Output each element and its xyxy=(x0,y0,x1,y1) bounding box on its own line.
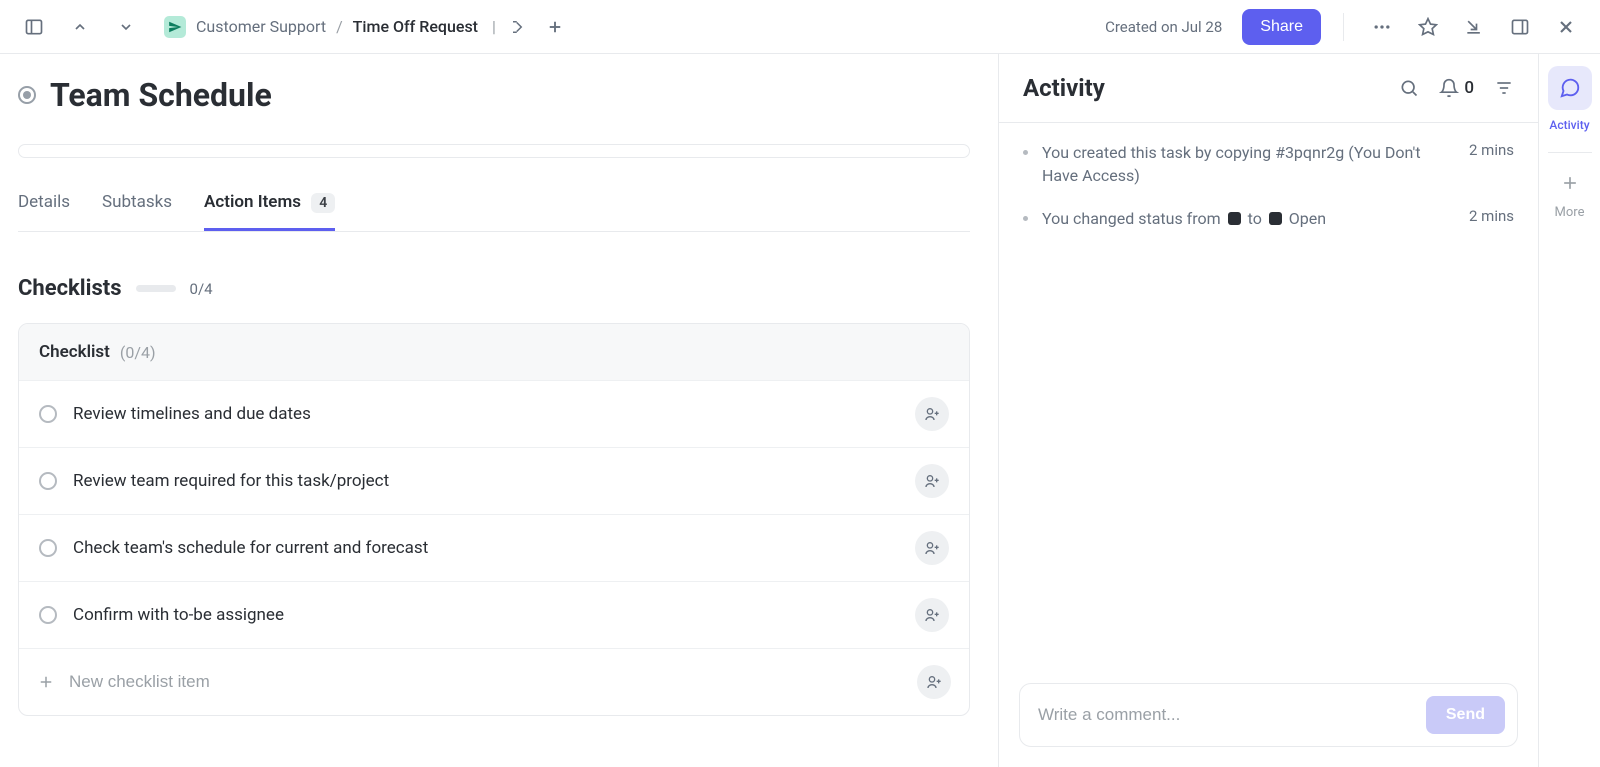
checklist-header[interactable]: Checklist (0/4) xyxy=(19,324,969,380)
move-task-icon[interactable] xyxy=(506,11,532,43)
breadcrumb-current[interactable]: Time Off Request xyxy=(353,17,478,36)
checklist-item-label: Confirm with to-be assignee xyxy=(73,605,899,625)
checklist-checkbox[interactable] xyxy=(39,472,57,490)
breadcrumb-space[interactable]: Customer Support xyxy=(196,17,326,36)
collapse-down-icon[interactable] xyxy=(1458,11,1490,43)
breadcrumb-divider: | xyxy=(492,17,496,36)
panel-layout-icon[interactable] xyxy=(1504,11,1536,43)
plus-icon xyxy=(37,673,55,691)
favorite-icon[interactable] xyxy=(1412,11,1444,43)
send-button[interactable]: Send xyxy=(1426,696,1505,734)
page-title[interactable]: Team Schedule xyxy=(50,76,272,114)
checklists-progress-bar xyxy=(136,285,176,292)
task-status-icon[interactable] xyxy=(18,86,36,104)
activity-time: 2 mins xyxy=(1469,207,1514,225)
more-menu-icon[interactable] xyxy=(1366,11,1398,43)
checklist-item[interactable]: Confirm with to-be assignee xyxy=(19,581,969,648)
assign-user-icon[interactable] xyxy=(915,397,949,431)
bell-icon xyxy=(1439,78,1459,98)
tabs: Details Subtasks Action Items 4 xyxy=(18,192,970,232)
comment-box: Send xyxy=(1019,683,1518,747)
status-from-icon xyxy=(1228,212,1241,225)
bullet-icon xyxy=(1023,150,1028,155)
checklists-heading: Checklists xyxy=(18,276,122,301)
activity-text: You changed status from to Open xyxy=(1042,207,1435,230)
new-subtask-icon[interactable] xyxy=(542,11,568,43)
assign-user-icon[interactable] xyxy=(917,665,951,699)
activity-filter-icon[interactable] xyxy=(1494,78,1514,98)
topbar-divider xyxy=(1343,13,1344,41)
assign-user-icon[interactable] xyxy=(915,531,949,565)
action-items-count-badge: 4 xyxy=(311,193,335,213)
tab-action-items[interactable]: Action Items 4 xyxy=(204,192,335,231)
activity-search-icon[interactable] xyxy=(1399,78,1419,98)
status-to-icon xyxy=(1269,212,1282,225)
rail-divider xyxy=(1548,152,1592,153)
checklist-count: (0/4) xyxy=(120,343,156,362)
checklist-checkbox[interactable] xyxy=(39,405,57,423)
rail-add-icon[interactable] xyxy=(1560,173,1580,193)
rail-activity-label: Activity xyxy=(1549,118,1589,132)
activity-entry: You created this task by copying #3pqnr2… xyxy=(1023,141,1514,187)
prev-task-icon[interactable] xyxy=(64,11,96,43)
checklist-item[interactable]: Review timelines and due dates xyxy=(19,380,969,447)
activity-text: You created this task by copying #3pqnr2… xyxy=(1042,141,1435,187)
topbar: Customer Support / Time Off Request | Cr… xyxy=(0,0,1600,54)
add-checklist-item-row[interactable] xyxy=(19,648,969,715)
right-rail: Activity More xyxy=(1538,54,1600,767)
share-button[interactable]: Share xyxy=(1242,9,1321,45)
tab-details[interactable]: Details xyxy=(18,192,70,231)
activity-time: 2 mins xyxy=(1469,141,1514,159)
rail-more-label[interactable]: More xyxy=(1555,205,1585,220)
next-task-icon[interactable] xyxy=(110,11,142,43)
activity-title: Activity xyxy=(1023,74,1399,102)
activity-notifications[interactable]: 0 xyxy=(1439,78,1474,98)
checklist-item[interactable]: Review team required for this task/proje… xyxy=(19,447,969,514)
close-icon[interactable] xyxy=(1550,11,1582,43)
new-checklist-item-input[interactable] xyxy=(69,672,903,692)
checklists-progress-text: 0/4 xyxy=(190,280,213,298)
checklist-checkbox[interactable] xyxy=(39,539,57,557)
description-area[interactable] xyxy=(18,144,970,158)
notification-count: 0 xyxy=(1464,78,1474,98)
bullet-icon xyxy=(1023,216,1028,221)
checklist-item-label: Review timelines and due dates xyxy=(73,404,899,424)
activity-feed: You created this task by copying #3pqnr2… xyxy=(999,123,1538,671)
checklist-item[interactable]: Check team's schedule for current and fo… xyxy=(19,514,969,581)
tab-subtasks[interactable]: Subtasks xyxy=(102,192,172,231)
main-content: Team Schedule Details Subtasks Action It… xyxy=(0,54,998,767)
checklist-item-label: Check team's schedule for current and fo… xyxy=(73,538,899,558)
activity-entry: You changed status from to Open 2 mins xyxy=(1023,207,1514,230)
assign-user-icon[interactable] xyxy=(915,598,949,632)
checklist-checkbox[interactable] xyxy=(39,606,57,624)
sidebar-toggle-icon[interactable] xyxy=(18,11,50,43)
tab-action-items-label: Action Items xyxy=(204,192,301,212)
checklist-card: Checklist (0/4) Review timelines and due… xyxy=(18,323,970,716)
breadcrumb-separator: / xyxy=(336,17,343,36)
checklist-item-label: Review team required for this task/proje… xyxy=(73,471,899,491)
rail-activity-icon[interactable] xyxy=(1548,66,1592,110)
comment-input[interactable] xyxy=(1038,705,1426,725)
breadcrumb: Customer Support / Time Off Request | xyxy=(164,11,568,43)
space-icon xyxy=(164,16,186,38)
checklist-name: Checklist xyxy=(39,342,110,362)
activity-panel: Activity 0 You created this task by copy… xyxy=(998,54,1538,767)
created-on-label: Created on Jul 28 xyxy=(1105,18,1222,36)
assign-user-icon[interactable] xyxy=(915,464,949,498)
